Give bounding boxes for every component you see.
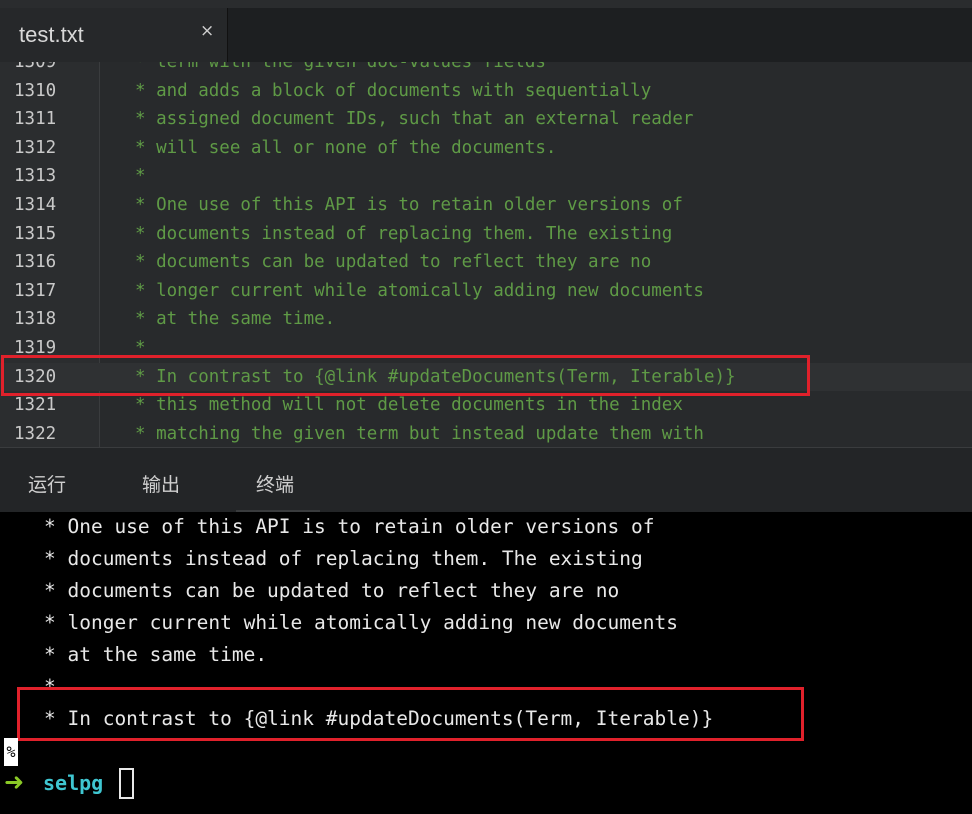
line-text: * documents instead of replacing them. T…: [135, 223, 673, 244]
terminal[interactable]: * One use of this API is to retain older…: [0, 512, 972, 814]
terminal-cursor: [119, 768, 134, 799]
line-text: * and adds a block of documents with seq…: [135, 80, 652, 101]
line-number: 1312: [14, 137, 57, 158]
line-text: * term with the given doc-values fields: [135, 62, 546, 72]
file-tab-title: test.txt: [19, 22, 84, 47]
line-number: 1322: [14, 423, 57, 444]
code-line: 1314 * One use of this API is to retain o…: [0, 191, 972, 220]
code-line: 1317 * longer current while atomically ad…: [0, 277, 972, 306]
line-number: 1314: [14, 194, 57, 215]
line-number: 1317: [14, 280, 57, 301]
line-text: * One use of this API is to retain older…: [135, 194, 683, 215]
percent-marker: %: [4, 738, 18, 766]
terminal-line: * documents instead of replacing them. T…: [44, 547, 643, 570]
code-line: 1310 * and adds a block of documents with…: [0, 77, 972, 106]
code-line: 1312 * will see all or none of the docume…: [0, 134, 972, 163]
terminal-line: * One use of this API is to retain older…: [44, 515, 655, 538]
line-text: * at the same time.: [135, 309, 336, 330]
code-line: 1313 *: [0, 162, 972, 191]
prompt-command: selpg: [43, 771, 104, 795]
bottom-panel-tabs: 运行 输出 终端: [0, 447, 972, 513]
line-text: *: [135, 166, 146, 187]
line-number: 1316: [14, 252, 57, 273]
terminal-highlight-box: [17, 687, 804, 741]
line-text: * matching the given term but instead up…: [135, 423, 704, 444]
tab-run[interactable]: 运行: [28, 470, 66, 497]
line-number: 1310: [14, 80, 57, 101]
line-number: 1313: [14, 166, 57, 187]
code-line: 1316 * documents can be updated to reflec…: [0, 248, 972, 277]
line-number: 1315: [14, 223, 57, 244]
terminal-line: * at the same time.: [44, 643, 268, 666]
code-line: 1309 * term with the given doc-values fie…: [0, 62, 972, 77]
editor-tab-bar: test.txt ×: [0, 0, 972, 62]
file-tab[interactable]: test.txt ×: [0, 8, 228, 62]
code-line: 1315 * documents instead of replacing the…: [0, 220, 972, 249]
tab-output[interactable]: 输出: [142, 470, 180, 497]
line-number: 1309: [14, 62, 57, 72]
line-number: 1318: [14, 309, 57, 330]
line-number: 1311: [14, 109, 57, 130]
line-text: * will see all or none of the documents.: [135, 137, 557, 158]
prompt-arrow-icon: ➜: [4, 768, 25, 796]
code-line: 1318 * at the same time.: [0, 305, 972, 334]
line-text: * longer current while atomically adding…: [135, 280, 704, 301]
editor-highlight-box: [1, 355, 810, 396]
terminal-line: * longer current while atomically adding…: [44, 611, 678, 634]
code-line: 1311 * assigned document IDs, such that a…: [0, 105, 972, 134]
close-icon[interactable]: ×: [200, 21, 214, 41]
line-text: * documents can be updated to reflect th…: [135, 252, 652, 273]
code-line: 1322 * matching the given term but instea…: [0, 420, 972, 447]
line-text: * assigned document IDs, such that an ex…: [135, 109, 694, 130]
tab-terminal[interactable]: 终端: [256, 470, 294, 497]
terminal-line: * documents can be updated to reflect th…: [44, 579, 620, 602]
